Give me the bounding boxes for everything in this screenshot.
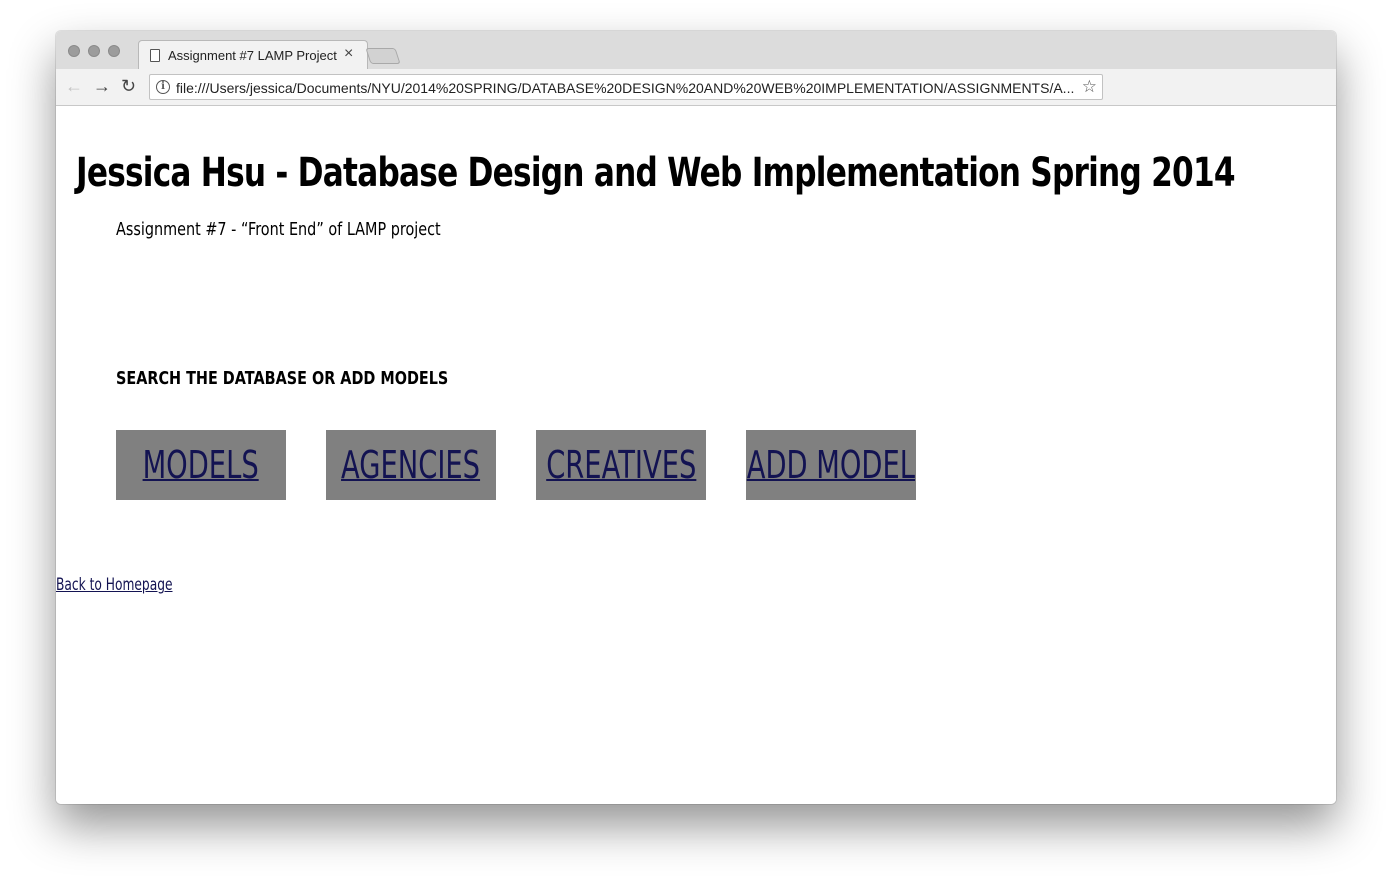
url-text[interactable]: file:///Users/jessica/Documents/NYU/2014… — [176, 80, 1076, 96]
reload-icon[interactable]: ↻ — [121, 77, 136, 95]
tab-title: Assignment #7 LAMP Project — [168, 48, 337, 63]
creatives-button[interactable]: CREATIVES — [536, 430, 706, 500]
page-content: Jessica Hsu - Database Design and Web Im… — [56, 106, 1336, 804]
page-title: Jessica Hsu - Database Design and Web Im… — [76, 150, 1236, 196]
back-to-homepage-link[interactable]: Back to Homepage — [56, 575, 173, 595]
close-window-icon[interactable] — [68, 45, 80, 57]
tab-strip: Assignment #7 LAMP Project × — [56, 31, 1336, 70]
browser-window: Assignment #7 LAMP Project × ← → ↻ i fil… — [56, 31, 1336, 804]
browser-tab[interactable]: Assignment #7 LAMP Project × — [138, 40, 368, 70]
document-icon — [150, 49, 160, 62]
toolbar: ← → ↻ i file:///Users/jessica/Documents/… — [56, 69, 1336, 106]
minimize-window-icon[interactable] — [88, 45, 100, 57]
back-icon[interactable]: ← — [65, 77, 83, 95]
page-subtitle: Assignment #7 - “Front End” of LAMP proj… — [116, 219, 441, 240]
maximize-window-icon[interactable] — [108, 45, 120, 57]
models-button[interactable]: MODELS — [116, 430, 286, 500]
tab-close-icon[interactable]: × — [344, 46, 353, 62]
models-button-label[interactable]: MODELS — [143, 443, 259, 487]
info-icon[interactable]: i — [156, 80, 170, 94]
agencies-button-label[interactable]: AGENCIES — [341, 443, 480, 487]
address-bar[interactable]: i file:///Users/jessica/Documents/NYU/20… — [149, 74, 1103, 100]
section-heading: SEARCH THE DATABASE OR ADD MODELS — [116, 368, 449, 389]
agencies-button[interactable]: AGENCIES — [326, 430, 496, 500]
new-tab-button[interactable] — [365, 48, 401, 64]
add-model-button-label[interactable]: ADD MODEL — [747, 443, 915, 487]
star-icon[interactable]: ☆ — [1082, 77, 1097, 97]
forward-icon[interactable]: → — [93, 77, 111, 95]
creatives-button-label[interactable]: CREATIVES — [546, 443, 696, 487]
add-model-button[interactable]: ADD MODEL — [746, 430, 916, 500]
